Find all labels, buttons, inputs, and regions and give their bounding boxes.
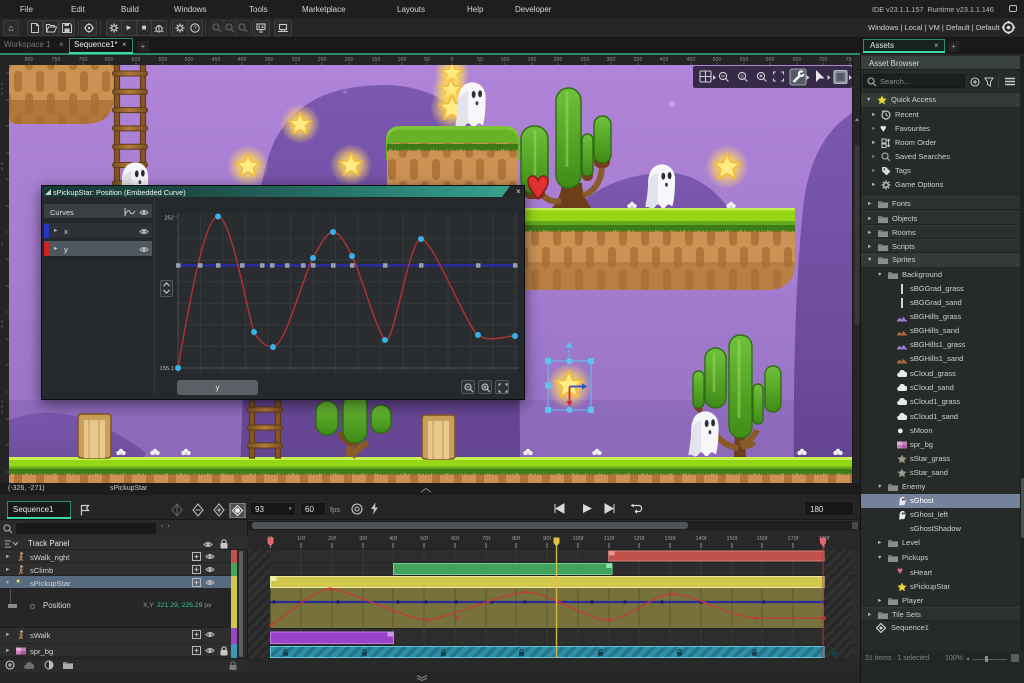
svg-text:550: 550 [159, 57, 168, 63]
svg-text:0: 0 [1, 241, 4, 246]
svg-text:750: 750 [52, 57, 61, 63]
svg-text:252: 252 [164, 216, 174, 222]
svg-text:90f: 90f [543, 536, 551, 542]
svg-text:140f: 140f [696, 536, 707, 542]
svg-text:50: 50 [424, 57, 430, 63]
svg-text:20f: 20f [328, 536, 336, 542]
svg-text:250: 250 [581, 57, 590, 63]
svg-text:200: 200 [554, 57, 563, 63]
svg-text:155.1: 155.1 [159, 366, 174, 372]
svg-text:650: 650 [105, 57, 114, 63]
svg-text:700: 700 [79, 57, 88, 63]
svg-text:0: 0 [1, 166, 4, 171]
svg-text:30f: 30f [359, 536, 367, 542]
svg-text:300: 300 [607, 57, 616, 63]
svg-text:10f: 10f [297, 536, 305, 542]
svg-text:160f: 160f [757, 536, 768, 542]
svg-text:0: 0 [451, 57, 454, 63]
svg-text:170f: 170f [788, 536, 799, 542]
svg-text:350: 350 [634, 57, 643, 63]
svg-text:700: 700 [819, 57, 828, 63]
svg-text:400: 400 [238, 57, 247, 63]
svg-text:600: 600 [132, 57, 141, 63]
svg-text:50: 50 [477, 57, 483, 63]
svg-text:500: 500 [185, 57, 194, 63]
svg-text:150: 150 [372, 57, 381, 63]
svg-text:100f: 100f [573, 536, 584, 542]
svg-text:130f: 130f [665, 536, 676, 542]
svg-text:0: 0 [1, 91, 4, 96]
svg-text:150: 150 [528, 57, 537, 63]
svg-text:250: 250 [318, 57, 327, 63]
svg-text:500: 500 [713, 57, 722, 63]
svg-text:60f: 60f [451, 536, 459, 542]
svg-text:120f: 120f [634, 536, 645, 542]
svg-text:400: 400 [660, 57, 669, 63]
svg-text:70f: 70f [482, 536, 490, 542]
svg-text:450: 450 [687, 57, 696, 63]
svg-text:110f: 110f [604, 536, 615, 542]
svg-text:550: 550 [740, 57, 749, 63]
svg-text:80f: 80f [512, 536, 520, 542]
svg-text:0: 0 [1, 409, 4, 414]
svg-text:150f: 150f [727, 536, 738, 542]
svg-text:0: 0 [741, 74, 744, 80]
svg-text:0: 0 [1, 324, 4, 329]
svg-text:50f: 50f [420, 536, 428, 542]
svg-text:300: 300 [292, 57, 301, 63]
svg-text:200: 200 [345, 57, 354, 63]
svg-text:600: 600 [766, 57, 775, 63]
svg-text:100: 100 [398, 57, 407, 63]
svg-text:800: 800 [25, 57, 34, 63]
svg-text:40f: 40f [389, 536, 397, 542]
svg-text:650: 650 [793, 57, 802, 63]
svg-text:100: 100 [501, 57, 510, 63]
svg-text:450: 450 [212, 57, 221, 63]
svg-text:350: 350 [265, 57, 274, 63]
